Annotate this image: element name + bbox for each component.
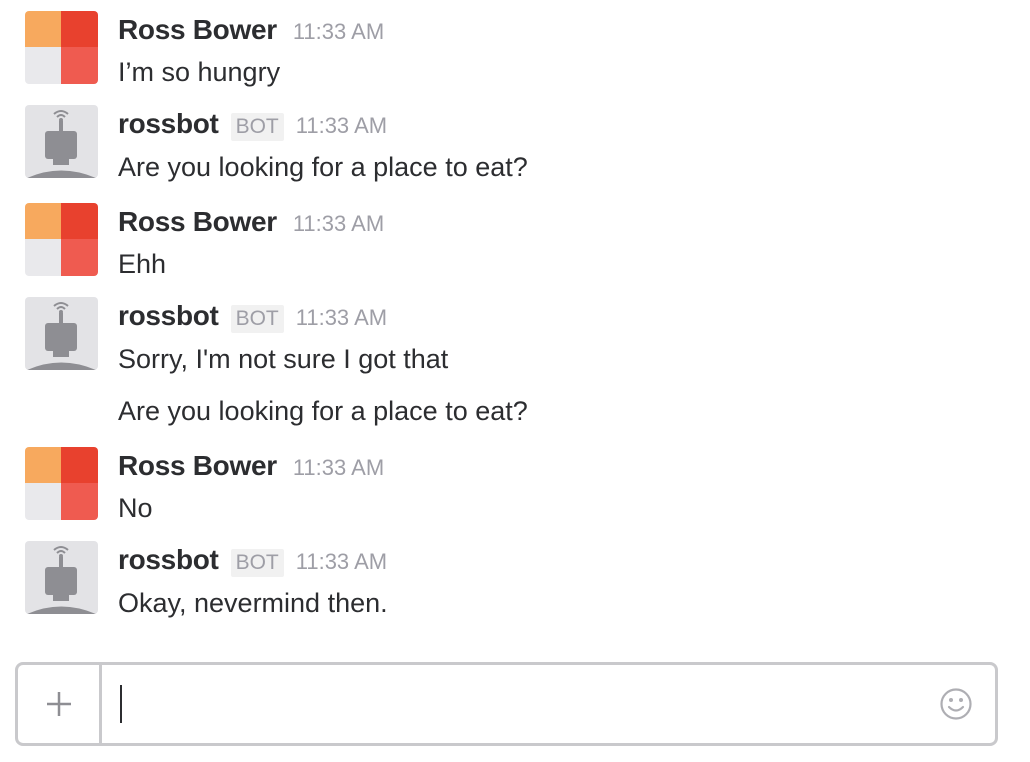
sender-name[interactable]: rossbot xyxy=(118,108,219,140)
message: Ross Bower 11:33 AM I’m so hungry xyxy=(25,11,1005,91)
timestamp[interactable]: 11:33 AM xyxy=(296,113,387,139)
robot-icon xyxy=(25,541,98,614)
robot-icon xyxy=(25,297,98,370)
smiley-icon xyxy=(940,688,972,720)
message-header: Ross Bower 11:33 AM xyxy=(118,14,384,50)
avatar[interactable] xyxy=(25,447,98,520)
timestamp[interactable]: 11:33 AM xyxy=(293,19,384,45)
message-text: Are you looking for a place to eat? xyxy=(118,396,528,426)
avatar[interactable] xyxy=(25,297,98,370)
message-header: Ross Bower 11:33 AM xyxy=(118,206,384,242)
message-text: Are you looking for a place to eat? xyxy=(118,152,528,182)
bot-badge: BOT xyxy=(230,549,284,577)
add-attachment-button[interactable] xyxy=(18,665,102,743)
timestamp[interactable]: 11:33 AM xyxy=(293,455,384,481)
sender-name[interactable]: rossbot xyxy=(118,544,219,576)
message-text: Sorry, I'm not sure I got that xyxy=(118,344,449,374)
avatar[interactable] xyxy=(25,203,98,276)
user-avatar-image xyxy=(25,447,98,520)
message-composer xyxy=(15,662,998,746)
message-header: rossbot BOT 11:33 AM xyxy=(118,108,387,144)
avatar[interactable] xyxy=(25,11,98,84)
sender-name[interactable]: Ross Bower xyxy=(118,14,277,46)
timestamp[interactable]: 11:33 AM xyxy=(293,211,384,237)
message-header: rossbot BOT 11:33 AM xyxy=(118,300,387,336)
message: Ross Bower 11:33 AM No xyxy=(25,447,1005,527)
message-text: Okay, nevermind then. xyxy=(118,588,388,618)
emoji-button[interactable] xyxy=(939,687,973,721)
timestamp[interactable]: 11:33 AM xyxy=(296,305,387,331)
robot-icon xyxy=(25,105,98,178)
user-avatar-image xyxy=(25,11,98,84)
message-header: rossbot BOT 11:33 AM xyxy=(118,544,387,580)
sender-name[interactable]: Ross Bower xyxy=(118,450,277,482)
message: rossbot BOT 11:33 AM Are you looking for… xyxy=(25,105,1005,185)
user-avatar-image xyxy=(25,203,98,276)
timestamp[interactable]: 11:33 AM xyxy=(296,549,387,575)
message: rossbot BOT 11:33 AM Sorry, I'm not sure… xyxy=(25,297,1005,377)
message-header: Ross Bower 11:33 AM xyxy=(118,450,384,486)
message-text: I’m so hungry xyxy=(118,57,281,87)
message: rossbot BOT 11:33 AM Okay, nevermind the… xyxy=(25,541,1005,621)
message-text: No xyxy=(118,493,153,523)
sender-name[interactable]: Ross Bower xyxy=(118,206,277,238)
message-input[interactable] xyxy=(105,665,935,743)
avatar[interactable] xyxy=(25,541,98,614)
plus-icon xyxy=(46,692,71,716)
message: Ross Bower 11:33 AM Ehh xyxy=(25,203,1005,283)
bot-badge: BOT xyxy=(230,113,284,141)
bot-badge: BOT xyxy=(230,305,284,333)
sender-name[interactable]: rossbot xyxy=(118,300,219,332)
message-text: Ehh xyxy=(118,249,167,279)
avatar[interactable] xyxy=(25,105,98,178)
text-caret xyxy=(120,685,122,723)
